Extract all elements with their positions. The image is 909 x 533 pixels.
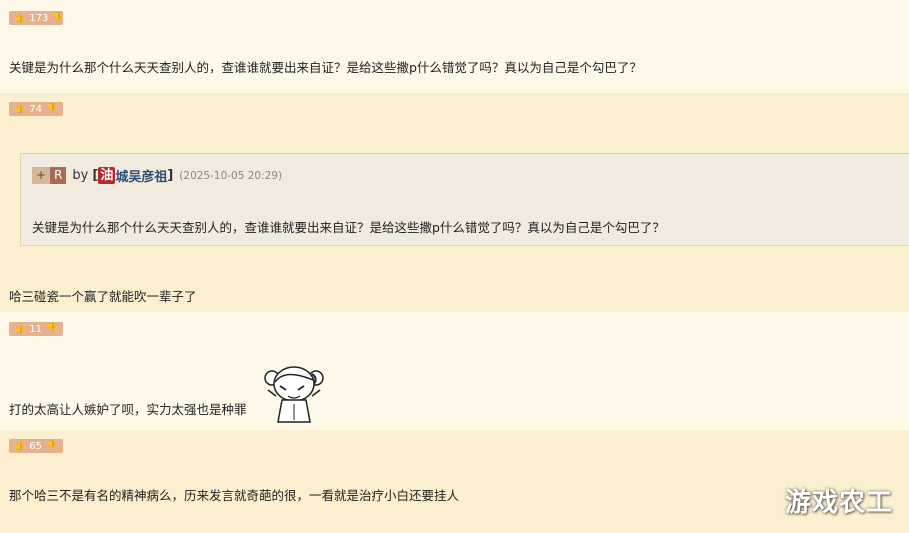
vote-counter[interactable]: 👍 11 👎 xyxy=(9,322,63,336)
anime-sticker-image xyxy=(264,366,324,423)
user-badge[interactable]: 油 xyxy=(98,167,116,184)
thumbs-down-icon[interactable]: 👎 xyxy=(46,441,57,451)
post-text: 关键是为什么那个什么天天查别人的，查谁谁就要出来自证？是给这些撒p什么错觉了吗？… xyxy=(9,60,642,75)
thumbs-up-icon[interactable]: 👍 xyxy=(14,441,25,451)
quote-date: (2025-10-05 20:29) xyxy=(179,169,283,182)
vote-counter[interactable]: 👍 74 👎 xyxy=(9,102,63,116)
watermark: 游戏农工 xyxy=(784,488,893,518)
post-4: 👍 65 👎 那个哈三不是有名的精神病么，历来发言就奇葩的很，一看就是治疗小白还… xyxy=(0,430,909,533)
post-text: 哈三碰瓷一个赢了就能吹一辈子了 xyxy=(9,289,197,304)
post-3: 👍 11 👎 打的太高让人嫉妒了呗，实力太强也是种罪 xyxy=(0,312,909,430)
bracket-close: ] xyxy=(167,168,174,183)
post-text: 打的太高让人嫉妒了呗，实力太强也是种罪 xyxy=(9,402,247,417)
quote-reply-button[interactable]: R xyxy=(50,167,67,184)
thumbs-up-icon[interactable]: 👍 xyxy=(14,13,25,23)
thumbs-down-icon[interactable]: 👎 xyxy=(46,324,57,334)
thumbs-down-icon[interactable]: 👎 xyxy=(52,13,63,23)
quote-block: + R by [ 油 城吴彦祖 ] (2025-10-05 20:29) 关键是… xyxy=(20,153,909,246)
quote-plus-button[interactable]: + xyxy=(32,167,51,184)
quote-text: 关键是为什么那个什么天天查别人的，查谁谁就要出来自证？是给这些撒p什么错觉了吗？… xyxy=(32,220,665,235)
vote-count: 11 xyxy=(29,323,42,335)
vote-count: 173 xyxy=(29,12,49,24)
by-label: by xyxy=(72,168,89,183)
post-1: 👍 173 👎 关键是为什么那个什么天天查别人的，查谁谁就要出来自证？是给这些撒… xyxy=(0,0,909,93)
thumbs-up-icon[interactable]: 👍 xyxy=(14,324,25,334)
vote-counter[interactable]: 👍 65 👎 xyxy=(9,439,63,453)
vote-counter[interactable]: 👍 173 👎 xyxy=(9,11,64,25)
vote-count: 65 xyxy=(29,440,42,452)
quote-username-link[interactable]: 城吴彦祖 xyxy=(115,166,167,185)
post-text: 那个哈三不是有名的精神病么，历来发言就奇葩的很，一看就是治疗小白还要挂人 xyxy=(9,488,460,503)
thumbs-down-icon[interactable]: 👎 xyxy=(46,104,57,114)
quote-header: + R by [ 油 城吴彦祖 ] (2025-10-05 20:29) xyxy=(32,166,282,185)
thumbs-up-icon[interactable]: 👍 xyxy=(14,104,25,114)
vote-count: 74 xyxy=(29,103,42,115)
